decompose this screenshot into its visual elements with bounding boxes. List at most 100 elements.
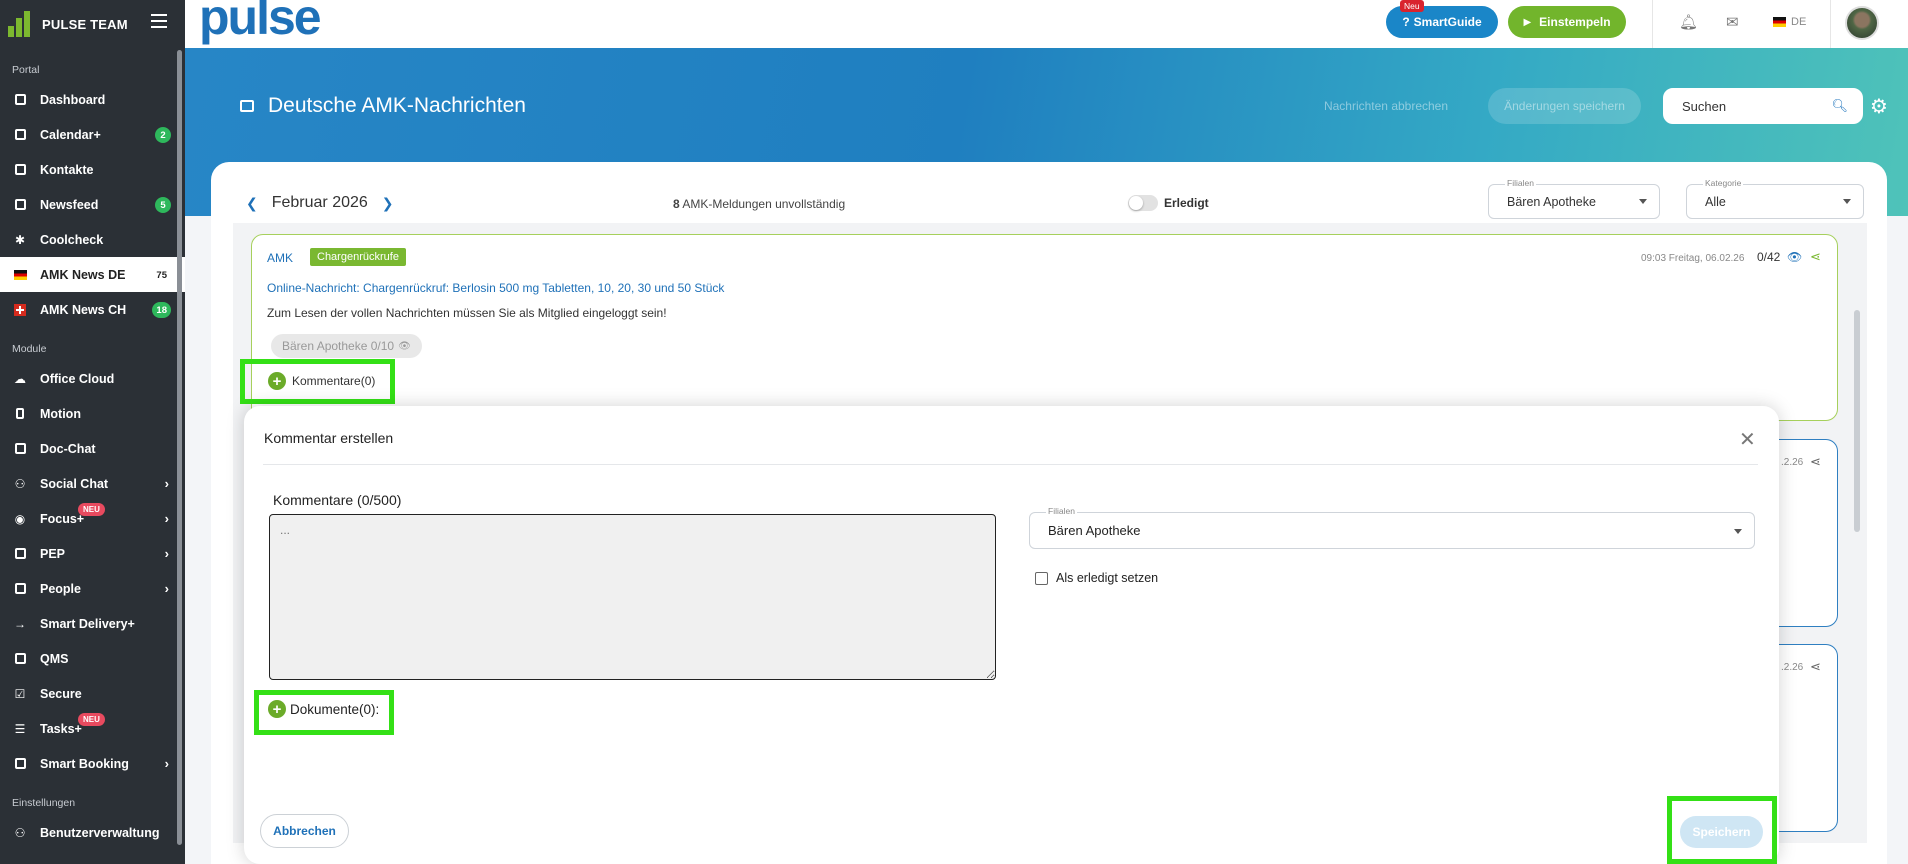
search-icon[interactable]: 🔍︎	[1831, 98, 1848, 114]
card-source: AMK	[267, 251, 294, 265]
share-icon[interactable]: ⋖	[1810, 454, 1821, 470]
sidebar-item-dashboard[interactable]: Dashboard	[0, 82, 185, 117]
focus-icon: ◉	[14, 511, 26, 526]
sidebar-item-tasks[interactable]: ☰ Tasks+ NEU	[0, 711, 185, 746]
sidebar-item-coolcheck[interactable]: ✱ Coolcheck	[0, 222, 185, 257]
smartguide-label: SmartGuide	[1413, 15, 1482, 29]
newsfeed-icon	[13, 198, 27, 212]
language-label: DE	[1791, 16, 1807, 28]
page-title-text: Deutsche AMK-Nachrichten	[268, 94, 526, 117]
sidebar-item-pep[interactable]: PEP ›	[0, 536, 185, 571]
read-count: 0/42	[1757, 250, 1781, 264]
amk-ch-badge: 18	[152, 302, 171, 318]
sidebar-item-amk-news-de[interactable]: AMK News DE 75	[0, 257, 185, 292]
menu-toggle-icon[interactable]	[151, 14, 167, 28]
share-icon[interactable]: ⋖	[1810, 249, 1821, 265]
smartguide-button[interactable]: Neu ? SmartGuide	[1386, 0, 1498, 38]
chevron-right-icon: ›	[164, 476, 169, 491]
branch-read-chip[interactable]: Bären Apotheke 0/10 👁︎	[271, 334, 422, 358]
sidebar-item-label: Calendar+	[40, 127, 101, 142]
erledigt-toggle[interactable]	[1128, 195, 1158, 211]
kategorie-select[interactable]: Kategorie Alle	[1686, 178, 1864, 219]
language-switch[interactable]: DE	[1773, 16, 1806, 28]
sidebar-item-newsfeed[interactable]: Newsfeed 5	[0, 187, 185, 222]
incomplete-counter: 8 AMK-Meldungen unvollständig	[673, 197, 845, 211]
kategorie-value: Alle	[1705, 194, 1726, 209]
highlight-box	[254, 690, 394, 735]
list-scrollbar[interactable]	[1854, 310, 1860, 532]
message-link[interactable]: Online-Nachricht: Chargenrückruf: Berlos…	[267, 281, 724, 295]
gear-icon[interactable]: ⚙	[1870, 94, 1888, 119]
users-icon: ⚇	[14, 825, 26, 840]
sidebar-item-office-cloud[interactable]: ☁ Office Cloud	[0, 361, 185, 396]
brand-name: PULSE TEAM	[42, 16, 128, 32]
qms-icon	[13, 652, 27, 666]
chat-icon	[13, 442, 27, 456]
checkbox-label: Als erledigt setzen	[1056, 571, 1159, 585]
sidebar-item-label: AMK News DE	[40, 267, 126, 282]
news-icon	[240, 100, 254, 112]
sidebar-item-kontakte[interactable]: Kontakte	[0, 152, 185, 187]
bell-icon[interactable]: 🔔︎	[1679, 13, 1698, 31]
search-placeholder: Suchen	[1682, 98, 1727, 114]
cancel-messages-button[interactable]: Nachrichten abbrechen	[1310, 88, 1462, 124]
share-icon[interactable]: ⋖	[1810, 659, 1821, 675]
sidebar-item-amk-news-ch[interactable]: AMK News CH 18	[0, 292, 185, 327]
chevron-right-icon: ›	[164, 581, 169, 596]
incomplete-text: AMK-Meldungen unvollständig	[682, 197, 846, 211]
comment-textarea[interactable]	[269, 514, 996, 680]
chevron-left-icon[interactable]: ❮	[246, 195, 258, 212]
chip-label: Bären Apotheke 0/10	[282, 339, 395, 353]
modal-filialen-select[interactable]: Filialen Bären Apotheke	[1029, 506, 1755, 549]
close-icon[interactable]: ✕	[1739, 427, 1756, 452]
sidebar-item-doc-chat[interactable]: Doc-Chat	[0, 431, 185, 466]
section-portal: Portal	[12, 64, 40, 76]
save-changes-button[interactable]: Änderungen speichern	[1488, 88, 1641, 124]
contacts-icon	[13, 163, 27, 177]
pulse-logo[interactable]: pulse	[199, 0, 322, 46]
sidebar-item-calendar[interactable]: Calendar+ 2	[0, 117, 185, 152]
checkbox[interactable]	[1035, 571, 1048, 585]
einstempeln-button[interactable]: ▶ Einstempeln	[1508, 6, 1626, 38]
sidebar-item-label: Smart Delivery+	[40, 616, 135, 631]
filialen-label: Filialen	[1505, 178, 1536, 188]
sidebar-item-benutzerverwaltung[interactable]: ⚇ Benutzerverwaltung	[0, 815, 185, 850]
flag-de-icon	[13, 268, 27, 282]
sidebar-item-smart-delivery[interactable]: → Smart Delivery+	[0, 606, 185, 641]
sidebar-item-secure[interactable]: ☑ Secure	[0, 676, 185, 711]
delivery-icon: →	[14, 616, 26, 631]
sidebar-item-social-chat[interactable]: ⚇ Social Chat ›	[0, 466, 185, 501]
cancel-button[interactable]: Abbrechen	[260, 814, 349, 848]
eye-icon[interactable]: 👁︎	[1787, 250, 1802, 264]
chevron-right-icon[interactable]: ❯	[382, 195, 394, 212]
filialen-label: Filialen	[1046, 506, 1077, 516]
filialen-select[interactable]: Filialen Bären Apotheke	[1488, 178, 1660, 219]
secure-icon: ☑	[14, 686, 26, 701]
einstempeln-label: Einstempeln	[1539, 15, 1611, 29]
sidebar-item-qms[interactable]: QMS	[0, 641, 185, 676]
sidebar-item-label: Tasks+	[40, 721, 82, 736]
newsfeed-badge: 5	[155, 197, 171, 213]
pep-icon	[13, 547, 27, 561]
sidebar-item-label: Dashboard	[40, 92, 106, 107]
sidebar-item-focus[interactable]: ◉ Focus+ NEU ›	[0, 501, 185, 536]
flag-ch-icon	[13, 303, 27, 317]
booking-icon	[13, 757, 27, 771]
play-icon: ▶	[1523, 16, 1532, 28]
erledigt-checkbox[interactable]: Als erledigt setzen	[1035, 571, 1158, 585]
search-input[interactable]: Suchen 🔍︎	[1663, 88, 1863, 124]
erledigt-label: Erledigt	[1164, 196, 1209, 210]
sidebar-item-motion[interactable]: Motion	[0, 396, 185, 431]
cloud-icon: ☁	[14, 371, 26, 386]
sidebar-scrollbar[interactable]	[177, 50, 182, 845]
tasks-icon: ☰	[14, 721, 26, 736]
pulse-logo-icon	[8, 11, 34, 37]
sidebar-item-label: Smart Booking	[40, 756, 129, 771]
sidebar-item-label: Newsfeed	[40, 197, 99, 212]
mail-icon[interactable]: ✉	[1726, 13, 1739, 31]
sidebar-item-smart-booking[interactable]: Smart Booking ›	[0, 746, 185, 781]
amk-de-badge: 75	[156, 269, 167, 281]
sidebar-item-people[interactable]: People ›	[0, 571, 185, 606]
avatar[interactable]	[1845, 6, 1879, 40]
sidebar-item-label: Secure	[40, 686, 82, 701]
